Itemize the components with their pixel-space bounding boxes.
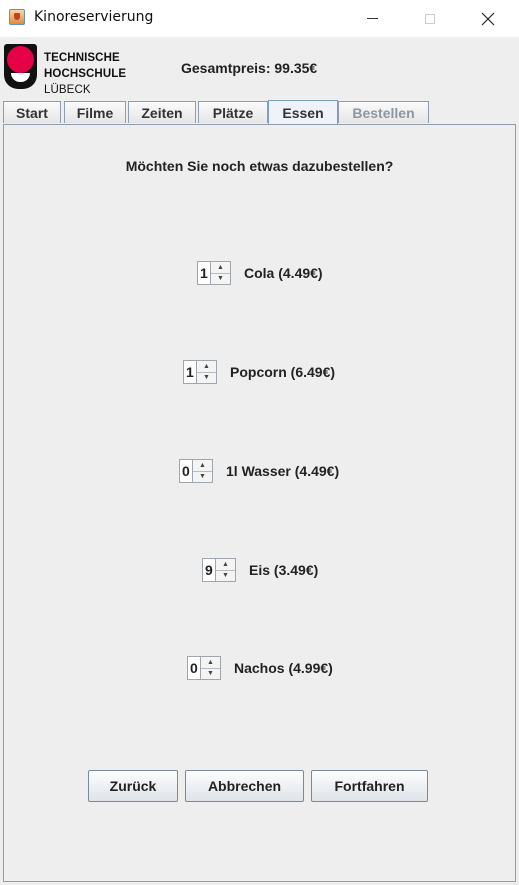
spinner-buttons: ▲ ▼ bbox=[210, 262, 230, 284]
maximize-icon bbox=[425, 13, 435, 24]
back-button[interactable]: Zurück bbox=[88, 770, 178, 802]
item-label: Eis (3.49€) bbox=[249, 562, 319, 578]
spinner-down-icon[interactable]: ▼ bbox=[197, 372, 216, 383]
item-label: 1l Wasser (4.49€) bbox=[226, 463, 340, 479]
tab-plaetze[interactable]: Plätze bbox=[198, 101, 268, 123]
item-label: Cola (4.49€) bbox=[244, 265, 323, 281]
spinner-buttons: ▲ ▼ bbox=[196, 361, 216, 383]
maximize-button bbox=[404, 0, 456, 37]
minimize-icon bbox=[366, 18, 378, 19]
item-row-eis: 9 ▲ ▼ Eis (3.49€) bbox=[202, 558, 318, 582]
quantity-spinner[interactable]: 0 ▲ ▼ bbox=[187, 656, 221, 680]
spinner-down-icon[interactable]: ▼ bbox=[216, 570, 235, 581]
close-button[interactable] bbox=[462, 0, 514, 37]
item-row-popcorn: 1 ▲ ▼ Popcorn (6.49€) bbox=[183, 360, 335, 384]
quantity-spinner[interactable]: 1 ▲ ▼ bbox=[197, 261, 231, 285]
item-label: Nachos (4.99€) bbox=[234, 660, 333, 676]
quantity-spinner[interactable]: 9 ▲ ▼ bbox=[202, 558, 236, 582]
item-row-nachos: 0 ▲ ▼ Nachos (4.99€) bbox=[187, 656, 333, 680]
spinner-down-icon[interactable]: ▼ bbox=[201, 668, 220, 679]
quantity-value[interactable]: 0 bbox=[190, 660, 198, 676]
tab-bestellen: Bestellen bbox=[338, 101, 429, 123]
item-row-cola: 1 ▲ ▼ Cola (4.49€) bbox=[197, 261, 323, 285]
close-icon bbox=[481, 12, 495, 25]
tab-filme[interactable]: Filme bbox=[64, 101, 126, 123]
logo-line-3: LÜBECK bbox=[44, 84, 91, 96]
spinner-down-icon[interactable]: ▼ bbox=[211, 273, 230, 284]
item-label: Popcorn (6.49€) bbox=[230, 364, 336, 380]
tab-start[interactable]: Start bbox=[3, 101, 61, 123]
spinner-buttons: ▲ ▼ bbox=[192, 460, 212, 482]
quantity-value[interactable]: 1 bbox=[200, 265, 208, 281]
tab-zeiten[interactable]: Zeiten bbox=[128, 101, 196, 123]
spinner-buttons: ▲ ▼ bbox=[215, 559, 235, 581]
window-title: Kinoreservierung bbox=[34, 9, 154, 25]
quantity-value[interactable]: 1 bbox=[186, 364, 194, 380]
quantity-spinner[interactable]: 0 ▲ ▼ bbox=[179, 459, 213, 483]
quantity-value[interactable]: 0 bbox=[182, 463, 190, 479]
window-content: TECHNISCHE HOCHSCHULE LÜBECK Gesamtpreis… bbox=[0, 37, 519, 885]
item-row-wasser: 0 ▲ ▼ 1l Wasser (4.49€) bbox=[179, 459, 339, 483]
tab-essen[interactable]: Essen bbox=[268, 100, 338, 125]
logo-line-2: HOCHSCHULE bbox=[44, 68, 127, 80]
minimize-button[interactable] bbox=[346, 0, 398, 37]
question-label: Möchten Sie noch etwas dazubestellen? bbox=[125, 158, 394, 174]
cancel-button[interactable]: Abbrechen bbox=[185, 770, 304, 802]
spinner-buttons: ▲ ▼ bbox=[200, 657, 220, 679]
quantity-spinner[interactable]: 1 ▲ ▼ bbox=[183, 360, 217, 384]
tab-panel bbox=[3, 124, 516, 882]
total-price: Gesamtpreis: 99.35€ bbox=[181, 60, 318, 76]
continue-button[interactable]: Fortfahren bbox=[311, 770, 428, 802]
university-logo: TECHNISCHE HOCHSCHULE LÜBECK bbox=[4, 44, 127, 96]
quantity-value[interactable]: 9 bbox=[205, 562, 213, 578]
logo-line-1: TECHNISCHE bbox=[44, 52, 120, 64]
spinner-down-icon[interactable]: ▼ bbox=[193, 471, 212, 482]
logo-mark-icon bbox=[4, 44, 37, 89]
java-cup-icon bbox=[9, 9, 25, 25]
title-bar: Kinoreservierung bbox=[0, 0, 519, 37]
